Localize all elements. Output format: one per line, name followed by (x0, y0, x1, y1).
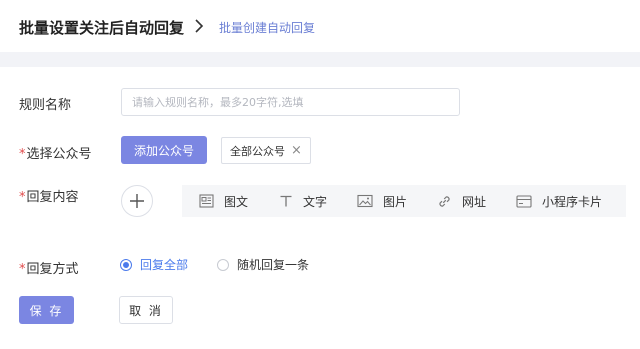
save-button[interactable]: 保 存 (19, 296, 74, 324)
page-header: 批量设置关注后自动回复 批量创建自动回复 (0, 0, 640, 52)
content-label-text: 回复内容 (26, 190, 79, 205)
image-icon (357, 194, 373, 208)
required-mark: * (19, 147, 26, 162)
text-icon (280, 195, 292, 207)
type-link-label: 网址 (462, 194, 487, 209)
mode-label-text: 回复方式 (26, 262, 79, 277)
rule-name-input[interactable] (121, 88, 460, 116)
add-account-button[interactable]: 添加公众号 (121, 136, 207, 164)
account-label: *选择公众号 (19, 143, 92, 162)
tag-label: 全部公众号 (230, 144, 285, 158)
add-content-button[interactable] (121, 185, 153, 217)
mini-program-card-icon (516, 194, 532, 208)
mode-label: *回复方式 (19, 258, 79, 277)
page-title[interactable]: 批量设置关注后自动回复 (19, 17, 184, 38)
close-icon[interactable]: × (291, 144, 302, 157)
radio-reply-random[interactable]: 随机回复一条 (217, 256, 309, 273)
type-image[interactable]: 图片 (357, 185, 407, 217)
radio-reply-random-label: 随机回复一条 (237, 258, 310, 272)
content-type-bar: 图文 文字 图片 网址 小程序卡片 (182, 185, 626, 217)
type-mini-program-card-label: 小程序卡片 (542, 194, 603, 209)
required-mark: * (19, 190, 26, 205)
article-icon (199, 194, 214, 208)
type-mini-program-card[interactable]: 小程序卡片 (516, 185, 602, 217)
rule-name-label: 规则名称 (19, 98, 72, 113)
breadcrumb-current: 批量创建自动回复 (219, 21, 316, 35)
account-label-text: 选择公众号 (26, 147, 92, 162)
radio-button[interactable] (120, 258, 132, 271)
chevron-right-icon (195, 19, 204, 33)
type-article-label: 图文 (224, 194, 249, 209)
type-text-label: 文字 (303, 194, 328, 209)
type-text[interactable]: 文字 (279, 185, 327, 217)
content-label: *回复内容 (19, 186, 79, 205)
radio-reply-all-label: 回复全部 (140, 258, 189, 272)
type-image-label: 图片 (383, 194, 408, 209)
plus-icon (130, 194, 144, 208)
type-link[interactable]: 网址 (437, 185, 486, 217)
required-mark: * (19, 262, 26, 277)
type-article[interactable]: 图文 (199, 185, 248, 217)
cancel-button[interactable]: 取 消 (119, 296, 173, 324)
radio-reply-all[interactable]: 回复全部 (120, 256, 188, 273)
selected-account-tag: 全部公众号 × (221, 137, 311, 164)
link-icon (439, 195, 450, 207)
radio-button[interactable] (217, 258, 229, 271)
